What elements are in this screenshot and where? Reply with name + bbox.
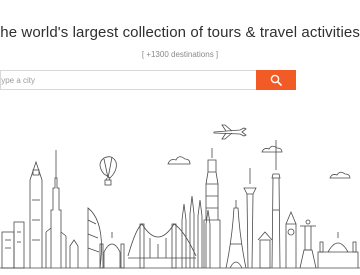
landmarks-skyline-illustration [0,120,360,270]
statue-icon [299,219,317,269]
eiffel-tower-icon [225,200,247,269]
city-search-input[interactable] [0,70,256,90]
cn-tower-icon [271,140,281,269]
sail-hotel-icon [87,207,102,269]
clock-tower-icon [257,210,297,269]
needle-tower-icon [243,168,257,269]
page-headline: the world's largest collection of tours … [0,24,360,41]
cloud-icon [167,145,351,179]
search-icon [270,74,282,86]
tower-left-icon [29,160,43,268]
palace-icon [317,232,359,268]
buildings-left-icon [1,221,79,269]
city-search-form [0,70,296,90]
hot-air-balloon-icon [99,156,117,186]
airplane-icon [213,124,247,140]
search-button[interactable] [256,70,296,90]
destinations-count: [ +1300 destinations ] [141,50,219,59]
domed-building-icon [99,232,125,269]
skyscraper-spire-icon [45,150,67,268]
